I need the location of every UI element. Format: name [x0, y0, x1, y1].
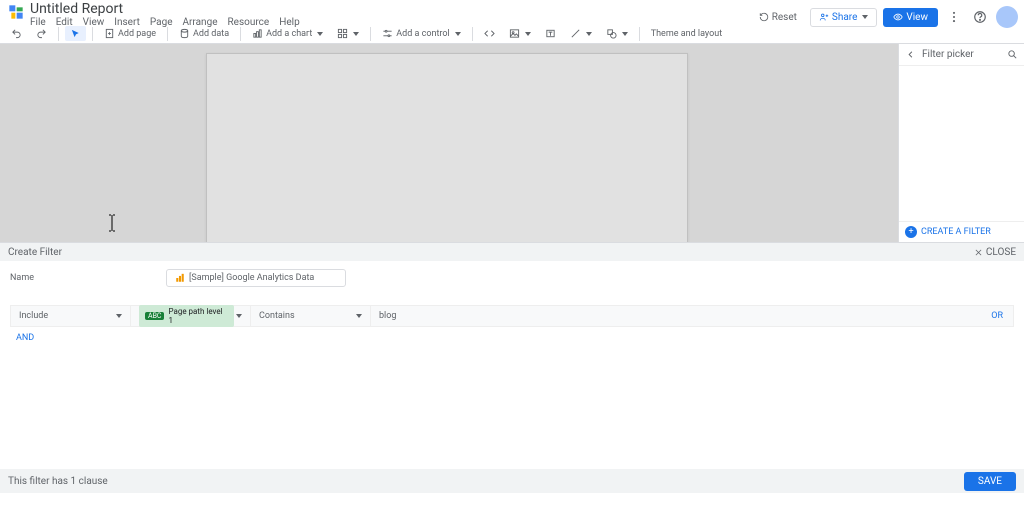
add-control-button[interactable]: Add a control	[377, 26, 465, 41]
chevron-down-icon	[116, 314, 122, 318]
filter-name-input[interactable]: Name	[10, 271, 34, 285]
community-viz-button[interactable]	[332, 26, 364, 41]
add-chart-label: Add a chart	[266, 29, 312, 39]
include-exclude-select[interactable]: Include	[11, 306, 131, 326]
chevron-down-icon	[353, 32, 359, 36]
create-filter-label: CREATE A FILTER	[921, 227, 991, 237]
chevron-down-icon	[317, 32, 323, 36]
image-button[interactable]	[504, 26, 536, 41]
divider	[92, 27, 93, 41]
chevron-down-icon	[525, 32, 531, 36]
avatar[interactable]	[996, 6, 1018, 28]
reset-button[interactable]: Reset	[752, 8, 804, 27]
and-button[interactable]: AND	[10, 333, 34, 343]
include-label: Include	[19, 311, 48, 321]
chevron-down-icon	[455, 32, 461, 36]
data-source-select[interactable]: [Sample] Google Analytics Data	[166, 269, 346, 287]
field-select[interactable]: ABC Page path level 1	[131, 306, 251, 326]
theme-layout-button[interactable]: Theme and layout	[646, 27, 727, 41]
value-input[interactable]: blog	[371, 311, 981, 321]
report-page[interactable]	[206, 53, 688, 242]
field-name: Page path level 1	[168, 307, 228, 325]
divider	[370, 27, 371, 41]
save-button[interactable]: SAVE	[964, 472, 1016, 491]
plus-icon: +	[905, 226, 917, 238]
filter-sidebar: Filter picker + CREATE A FILTER	[898, 44, 1024, 242]
filter-list	[899, 66, 1024, 221]
app-logo	[8, 4, 24, 20]
add-data-label: Add data	[193, 29, 229, 39]
condition-label: Contains	[259, 311, 295, 321]
create-filter-button[interactable]: + CREATE A FILTER	[899, 221, 1024, 242]
sidebar-search-button[interactable]	[1007, 49, 1018, 60]
share-button[interactable]: Share	[810, 8, 877, 27]
undo-button[interactable]	[6, 26, 27, 41]
filter-clause: Include ABC Page path level 1 Contains b…	[10, 305, 1014, 327]
view-button[interactable]: View	[883, 8, 938, 27]
share-label: Share	[832, 12, 857, 23]
view-label: View	[906, 12, 928, 23]
chevron-down-icon	[622, 32, 628, 36]
add-data-button[interactable]: Add data	[174, 26, 234, 41]
chevron-down-icon	[862, 15, 868, 19]
field-chip: ABC Page path level 1	[139, 305, 234, 327]
divider	[167, 27, 168, 41]
divider	[240, 27, 241, 41]
shape-button[interactable]	[601, 26, 633, 41]
clause-count-status: This filter has 1 clause	[8, 476, 108, 487]
or-button[interactable]: OR	[981, 311, 1013, 321]
redo-button[interactable]	[31, 26, 52, 41]
sidebar-title: Filter picker	[922, 49, 1001, 60]
embed-button[interactable]	[479, 26, 500, 41]
close-label: CLOSE	[986, 247, 1016, 258]
editor-title: Create Filter	[8, 247, 62, 258]
add-page-button[interactable]: Add page	[99, 26, 161, 41]
divider	[472, 27, 473, 41]
sidebar-back-button[interactable]	[905, 49, 916, 60]
theme-label: Theme and layout	[651, 29, 722, 39]
chevron-down-icon	[356, 314, 362, 318]
add-control-label: Add a control	[396, 29, 449, 39]
chevron-down-icon	[586, 32, 592, 36]
reset-label: Reset	[772, 12, 797, 23]
add-chart-button[interactable]: Add a chart	[247, 26, 328, 41]
divider	[58, 27, 59, 41]
editor-close-button[interactable]: CLOSE	[974, 247, 1016, 258]
text-button[interactable]	[540, 26, 561, 41]
field-type-badge: ABC	[145, 312, 164, 320]
analytics-icon	[175, 273, 185, 283]
canvas-area[interactable]	[0, 44, 898, 242]
line-button[interactable]	[565, 26, 597, 41]
selection-tool-button[interactable]	[65, 26, 86, 41]
chevron-down-icon	[236, 314, 242, 318]
add-page-label: Add page	[118, 29, 156, 39]
more-button[interactable]	[944, 7, 964, 27]
divider	[639, 27, 640, 41]
doc-title[interactable]: Untitled Report	[30, 2, 300, 16]
filter-editor: Create Filter CLOSE Name [Sample] Google…	[0, 242, 1024, 493]
text-cursor-icon	[108, 214, 118, 230]
condition-select[interactable]: Contains	[251, 306, 371, 326]
help-button[interactable]	[970, 7, 990, 27]
data-source-label: [Sample] Google Analytics Data	[189, 273, 314, 283]
